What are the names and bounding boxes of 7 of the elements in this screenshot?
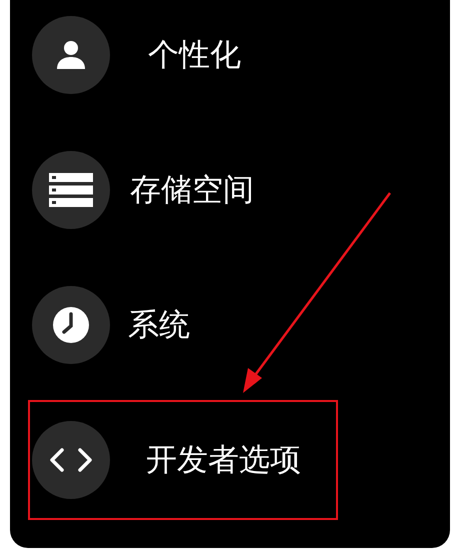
code-icon	[50, 448, 92, 472]
setting-item[interactable]: 个性化	[148, 32, 241, 78]
setting-item[interactable]: 开发者选项	[146, 436, 301, 484]
setting-item[interactable]: 存储空间	[130, 166, 254, 214]
storage-icon	[49, 173, 93, 207]
clock-icon	[52, 306, 90, 344]
setting-item[interactable]: 系统	[128, 302, 190, 348]
